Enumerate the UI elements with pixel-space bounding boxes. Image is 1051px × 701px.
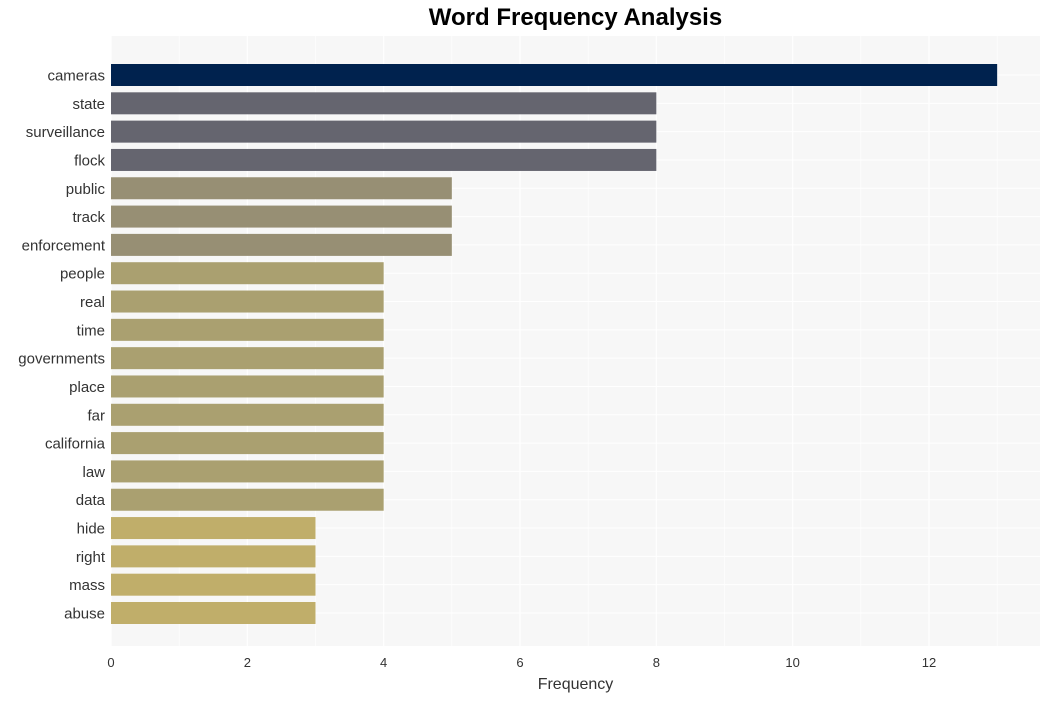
bar-abuse (111, 602, 316, 624)
y-tick-label: law (82, 464, 105, 481)
bar-hide (111, 517, 316, 540)
y-tick-label: enforcement (22, 237, 106, 254)
bar-mass (111, 573, 316, 596)
y-tick-label: public (66, 181, 106, 198)
bar-cameras (111, 64, 998, 86)
y-tick-label: track (72, 209, 105, 226)
y-tick-label: right (76, 549, 106, 566)
y-tick-label: surveillance (26, 124, 105, 141)
y-tick-label: people (60, 266, 105, 283)
bar-far (111, 403, 384, 426)
bar-governments (111, 347, 384, 370)
y-tick-label: flock (74, 152, 105, 169)
y-tick-label: state (72, 96, 105, 113)
x-tick-label: 0 (107, 655, 114, 670)
bar-surveillance (111, 120, 657, 143)
x-tick-label: 8 (653, 655, 660, 670)
bar-state (111, 92, 657, 115)
x-tick-label: 10 (785, 655, 799, 670)
y-tick-label: data (76, 492, 106, 509)
bar-california (111, 432, 384, 455)
x-axis-ticks: 0 2 4 6 8 10 12 (107, 655, 936, 670)
x-tick-label: 4 (380, 655, 387, 670)
x-tick-label: 6 (516, 655, 523, 670)
bar-public (111, 177, 452, 200)
bar-enforcement (111, 233, 452, 256)
y-tick-label: abuse (64, 606, 105, 623)
y-tick-label: governments (18, 351, 105, 368)
y-tick-label: real (80, 294, 105, 311)
y-tick-label: cameras (47, 68, 105, 85)
bar-chart: cameras state surveillance flock public track… (18, 36, 1040, 693)
y-tick-label: hide (77, 521, 105, 538)
y-axis-labels: cameras state surveillance flock public track… (18, 68, 106, 623)
bar-place (111, 375, 384, 398)
bar-law (111, 460, 384, 483)
y-tick-label: mass (69, 577, 105, 594)
y-tick-label: place (69, 379, 105, 396)
bar-flock (111, 148, 657, 171)
bar-people (111, 262, 384, 285)
bar-real (111, 290, 384, 313)
x-tick-label: 2 (244, 655, 251, 670)
y-tick-label: time (77, 322, 105, 339)
bar-time (111, 318, 384, 341)
bar-right (111, 545, 316, 568)
x-axis-label: Frequency (538, 676, 614, 693)
x-tick-label: 12 (922, 655, 936, 670)
y-tick-label: far (87, 407, 105, 424)
y-tick-label: california (45, 436, 106, 453)
bar-data (111, 488, 384, 511)
bar-track (111, 205, 452, 228)
